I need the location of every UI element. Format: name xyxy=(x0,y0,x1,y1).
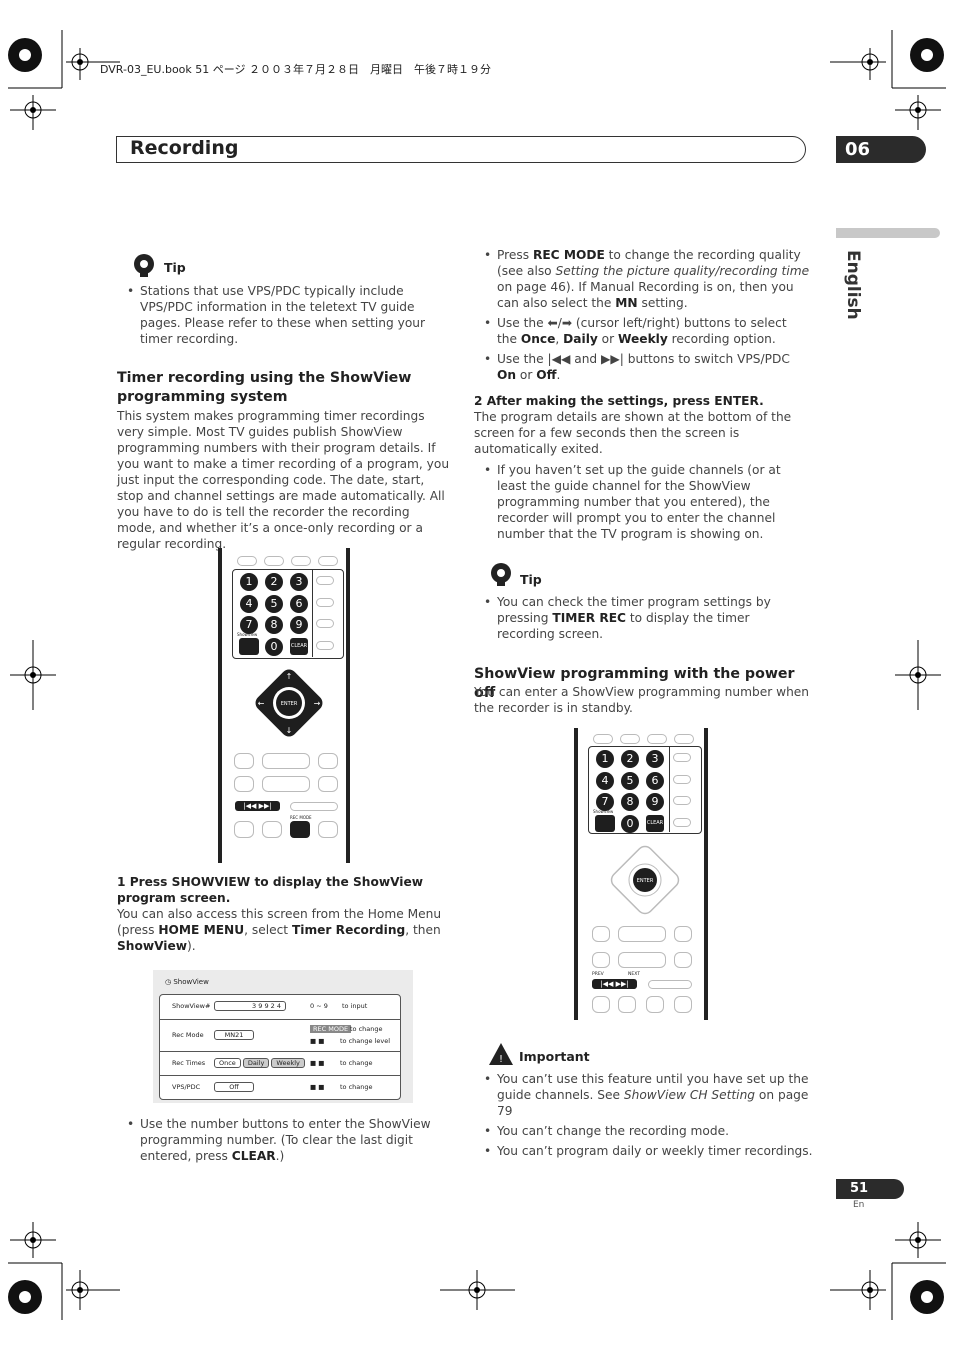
num-button-9: 9 xyxy=(290,616,308,634)
showview-label: ShowView xyxy=(237,632,258,637)
step-2-body: The program details are shown at the bot… xyxy=(474,410,792,456)
svg-text:→: → xyxy=(314,699,321,708)
svg-text:↑: ↑ xyxy=(286,672,293,681)
tip-bullet: Stations that use VPS/PDC typically incl… xyxy=(117,283,439,347)
tip-icon xyxy=(130,253,158,283)
important-list: You can’t use this feature until you hav… xyxy=(474,1071,814,1163)
num-button-1: 1 xyxy=(240,573,258,591)
tip-bullet: You can check the timer program settings… xyxy=(474,594,810,642)
step-2-list: If you haven’t set up the guide channels… xyxy=(474,462,810,546)
tip-list: You can check the timer program settings… xyxy=(474,594,810,646)
row-vps-pdc: VPS/PDC Off ■ ■ to change xyxy=(172,1082,373,1092)
prev-next-buttons: |◀◀ ▶▶| xyxy=(592,979,637,989)
num-button-2: 2 xyxy=(265,573,283,591)
remote-illustration-2: 1 2 3 4 5 6 7 8 9 ShowView 0 CLEAR ENTER… xyxy=(574,728,708,1020)
svg-text:↓: ↓ xyxy=(286,726,293,735)
remote-illustration-1: 1 2 3 4 5 6 7 8 9 ShowView 0 CLEAR ENTER… xyxy=(218,548,350,863)
clear-button: CLEAR xyxy=(290,638,308,655)
num-button-6: 6 xyxy=(646,772,664,790)
row-showview-number: ShowView# 3 9 9 2 4 0 ~ 9 to input xyxy=(160,995,400,1020)
svg-text:ENTER: ENTER xyxy=(637,878,654,884)
num-button-3: 3 xyxy=(290,573,308,591)
chapter-number: 06 xyxy=(836,136,926,163)
intro-paragraph: This system makes programming timer reco… xyxy=(117,409,450,551)
page-language: En xyxy=(853,1200,865,1210)
important-bullet: You can’t program daily or weekly timer … xyxy=(474,1143,814,1159)
prev-label: PREV xyxy=(592,972,604,977)
num-button-0: 0 xyxy=(621,815,639,833)
number-entry-bullet: Use the number buttons to enter the Show… xyxy=(117,1116,447,1164)
cursor-pad: ENTER xyxy=(605,840,685,924)
num-button-5: 5 xyxy=(265,595,283,613)
row-rec-times: Rec Times Once Daily Weekly ■ ■ to chang… xyxy=(160,1051,400,1076)
showview-screen: ◷ ShowView ShowView# 3 9 9 2 4 0 ~ 9 to … xyxy=(153,970,413,1103)
svg-text:←: ← xyxy=(258,699,265,708)
clear-button: CLEAR xyxy=(646,815,664,832)
settings-bullet: Use the ⬅/➡ (cursor left/right) buttons … xyxy=(474,315,810,347)
num-button-1: 1 xyxy=(596,750,614,768)
tip-icon xyxy=(487,562,515,592)
num-button-8: 8 xyxy=(621,793,639,811)
important-heading: Important xyxy=(519,1049,590,1064)
showview-screen-title: ◷ ShowView xyxy=(165,978,209,986)
important-bullet: You can’t change the recording mode. xyxy=(474,1123,814,1139)
step-1-heading: 1 Press SHOWVIEW to display the ShowView… xyxy=(117,875,423,905)
tip-list: Stations that use VPS/PDC typically incl… xyxy=(117,283,439,351)
settings-bullet: Use the |◀◀ and ▶▶| buttons to switch VP… xyxy=(474,351,810,383)
next-label: NEXT xyxy=(628,972,640,977)
prev-next-buttons: |◀◀ ▶▶| xyxy=(235,801,280,811)
power-off-paragraph: You can enter a ShowView programming num… xyxy=(474,685,810,715)
num-button-4: 4 xyxy=(596,772,614,790)
step-2-bullet: If you haven’t set up the guide channels… xyxy=(474,462,810,542)
num-button-8: 8 xyxy=(265,616,283,634)
tip-heading: Tip xyxy=(520,572,542,587)
svg-text:ENTER: ENTER xyxy=(281,701,298,707)
tip-heading: Tip xyxy=(164,260,186,275)
important-bullet: You can’t use this feature until you hav… xyxy=(474,1071,814,1119)
num-button-5: 5 xyxy=(621,772,639,790)
rec-mode-button xyxy=(290,821,310,838)
section-title: Recording xyxy=(130,137,239,159)
file-header: DVR-03_EU.book 51 ページ ２００３年７月２８日 月曜日 午後７… xyxy=(100,63,492,76)
cursor-pad: ENTER ↑ ↓ ← → xyxy=(249,663,329,747)
num-button-4: 4 xyxy=(240,595,258,613)
showview-label: ShowView xyxy=(593,809,614,814)
number-entry-list: Use the number buttons to enter the Show… xyxy=(117,1116,447,1168)
page-number: 51 xyxy=(836,1179,904,1199)
num-button-2: 2 xyxy=(621,750,639,768)
step-1-body: You can also access this screen from the… xyxy=(117,907,442,953)
row-rec-mode: Rec Mode MN21 REC MODE to change ■ ■ to … xyxy=(160,1019,400,1052)
num-button-0: 0 xyxy=(265,638,283,656)
rec-mode-label: REC MODE xyxy=(290,815,312,820)
showview-button xyxy=(595,815,615,832)
important-icon: ! xyxy=(488,1042,514,1070)
section-heading-showview: Timer recording using the ShowView progr… xyxy=(117,370,412,405)
step-2-heading: 2 After making the settings, press ENTER… xyxy=(474,394,764,408)
language-label: English xyxy=(843,250,863,320)
num-button-3: 3 xyxy=(646,750,664,768)
settings-list: Press REC MODE to change the recording q… xyxy=(474,247,810,387)
showview-button xyxy=(239,638,259,655)
svg-text:!: ! xyxy=(499,1054,503,1065)
language-bar xyxy=(836,228,940,238)
num-button-9: 9 xyxy=(646,793,664,811)
settings-bullet: Press REC MODE to change the recording q… xyxy=(474,247,810,311)
num-button-6: 6 xyxy=(290,595,308,613)
